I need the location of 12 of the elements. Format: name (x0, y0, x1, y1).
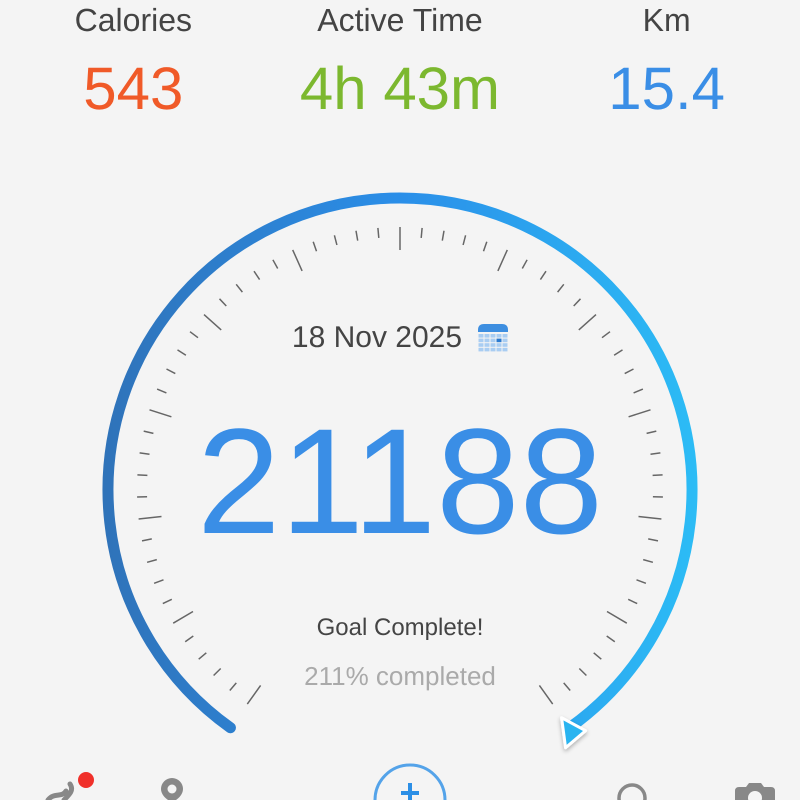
date-label: 18 Nov 2025 (292, 320, 462, 356)
goal-percent: 211% completed (304, 661, 496, 691)
stat-value: 15.4 (608, 54, 726, 124)
stat-label: Active Time (317, 1, 483, 40)
stat-label: Calories (74, 1, 192, 40)
goal-status: Goal Complete! (316, 613, 484, 643)
calendar-icon[interactable] (478, 324, 508, 352)
stat-value: 543 (83, 54, 184, 124)
step-count: 21188 (197, 406, 603, 556)
progress-marker (560, 716, 588, 750)
stat-label: Km (642, 1, 691, 40)
stat-value: 4h 43m (300, 54, 500, 124)
